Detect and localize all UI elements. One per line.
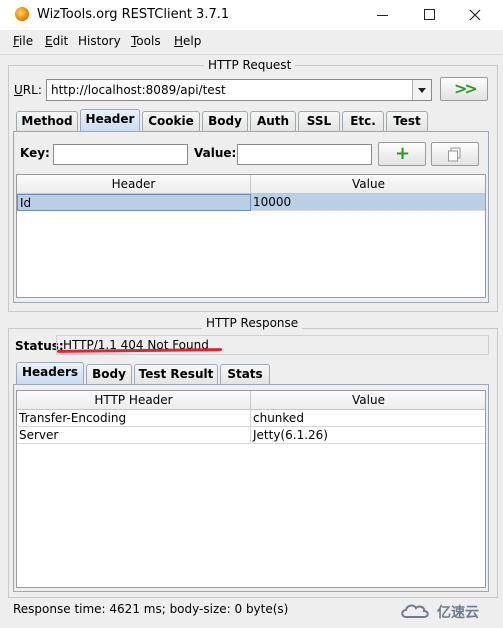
tab-test[interactable]: Test [386,111,428,131]
title-bar: WizTools.org RESTClient 3.7.1 [0,0,503,30]
minimize-button[interactable] [360,0,406,30]
response-header-name-cell[interactable]: Server [17,427,251,444]
headers-tab-panel: HTTP Header Value Transfer-Encoding chun… [13,384,489,592]
menu-tools[interactable]: Tools [131,34,161,48]
tab-header[interactable]: Header [80,109,140,131]
value-label: Value: [194,146,237,160]
menu-file[interactable]: File [13,34,33,48]
restclient-window: WizTools.org RESTClient 3.7.1 File Edit … [0,0,503,628]
column-response-value[interactable]: Value [251,391,485,410]
tab-test-result[interactable]: Test Result [134,364,218,384]
url-value: http://localhost:8089/api/test [51,83,226,97]
header-name-cell[interactable]: Id [17,194,251,211]
tab-ssl[interactable]: SSL [298,111,340,131]
menu-edit[interactable]: Edit [45,34,68,48]
app-icon [15,7,29,21]
menu-history[interactable]: History [78,34,121,48]
go-button[interactable]: >> [440,77,488,101]
menu-help[interactable]: Help [174,34,201,48]
menu-bar: File Edit History Tools Help [0,30,503,55]
http-request-title: HTTP Request [204,58,296,72]
double-chevron-right-icon: >> [454,79,478,98]
watermark-text: 亿速云 [437,605,479,621]
add-header-button[interactable]: + [378,142,426,166]
key-input[interactable] [53,144,188,165]
tab-cookie[interactable]: Cookie [142,111,200,131]
close-icon [469,9,481,21]
url-dropdown-arrow-icon[interactable] [412,80,431,100]
copy-header-button[interactable] [431,142,479,166]
cloud-logo-icon [401,604,429,618]
request-header-table: Header Value Id 10000 [16,174,486,298]
plus-icon: + [395,143,411,164]
header-value-cell[interactable]: 10000 [251,194,485,211]
tab-method[interactable]: Method [16,111,78,131]
header-tab-panel: Key: Value: + Header Value Id 10000 [13,131,489,303]
tab-etc[interactable]: Etc. [342,111,384,131]
close-button[interactable] [452,0,498,30]
url-combobox[interactable]: http://localhost:8089/api/test [46,79,432,101]
column-header-value[interactable]: Value [251,175,485,194]
column-http-header[interactable]: HTTP Header [17,391,251,410]
response-header-value-cell[interactable]: Jetty(6.1.26) [251,427,485,444]
url-label: URL: [14,83,42,97]
column-header-header[interactable]: Header [17,175,251,194]
maximize-button[interactable] [406,0,452,30]
tab-auth[interactable]: Auth [250,111,296,131]
value-input[interactable] [237,144,372,165]
watermark-logo: 亿速云 [400,602,500,622]
tab-body[interactable]: Body [202,111,248,131]
window-title: WizTools.org RESTClient 3.7.1 [37,7,230,22]
response-header-table: HTTP Header Value Transfer-Encoding chun… [16,390,486,588]
response-header-value-cell[interactable]: chunked [251,410,485,427]
key-label: Key: [20,146,50,160]
main-content: HTTP Request URL: http://localhost:8089/… [0,55,503,628]
response-header-name-cell[interactable]: Transfer-Encoding [17,410,251,427]
response-time-text: Response time: 4621 ms; body-size: 0 byt… [13,602,289,616]
http-response-title: HTTP Response [202,316,303,330]
tab-response-body[interactable]: Body [86,364,132,384]
table-row[interactable]: Id 10000 [17,194,485,211]
copy-icon [448,147,461,162]
tab-stats[interactable]: Stats [220,364,270,384]
tab-headers[interactable]: Headers [16,362,84,384]
